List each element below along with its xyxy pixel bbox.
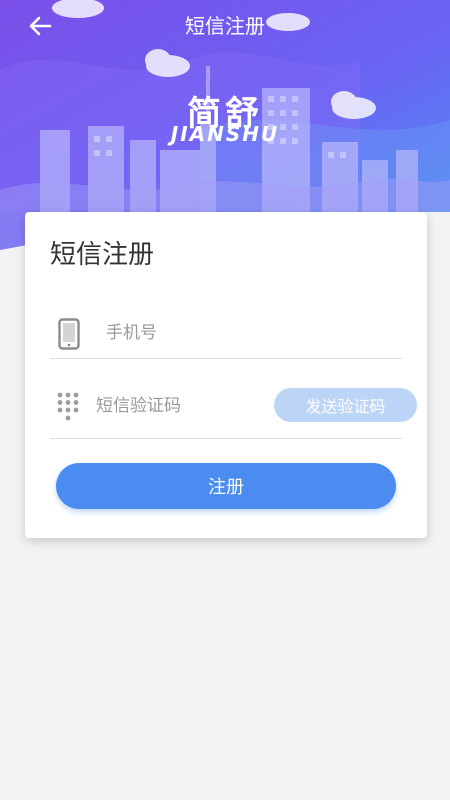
send-code-button[interactable]: 发送验证码	[274, 388, 417, 422]
app-logo-latin: JIANSHU	[170, 122, 280, 146]
sms-code-input[interactable]	[94, 390, 248, 422]
register-card: 短信注册 发送验证码 注册	[25, 212, 427, 538]
phone-field-row	[50, 300, 402, 359]
keypad-icon	[57, 392, 79, 421]
phone-input[interactable]	[104, 318, 388, 348]
page-title: 短信注册	[185, 14, 265, 38]
form-title: 短信注册	[50, 240, 155, 270]
sms-code-field-row: 发送验证码	[50, 378, 417, 439]
phone-icon	[58, 318, 80, 350]
register-button[interactable]: 注册	[56, 463, 396, 509]
